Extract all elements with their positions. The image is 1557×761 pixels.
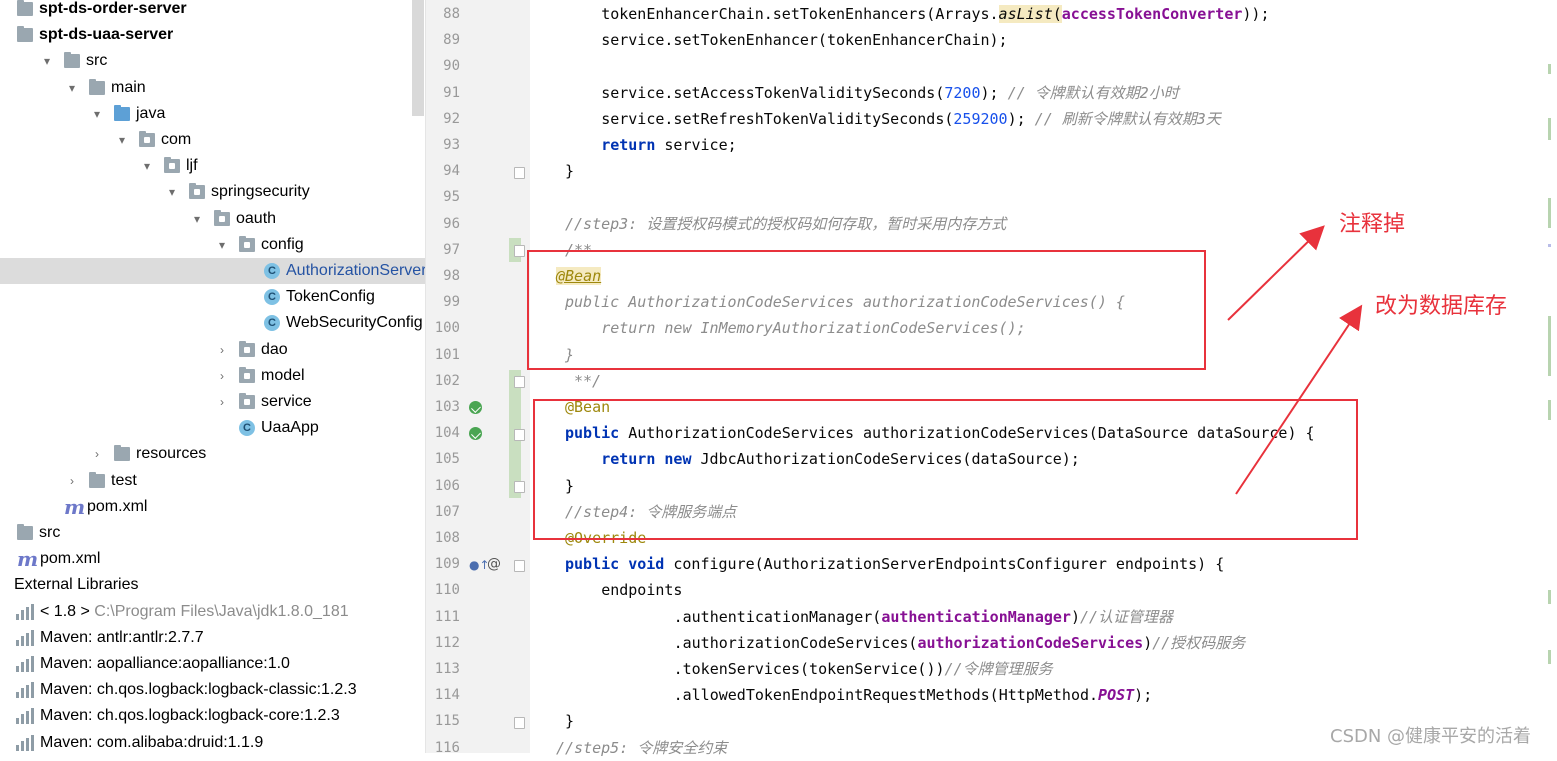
arrow-to-comment-note: [1227, 225, 1325, 321]
annotation-arrows: [1227, 225, 1363, 495]
note-comment-out: 注释掉: [1339, 212, 1406, 237]
watermark: CSDN @健康平安的活着: [1330, 726, 1532, 747]
note-change-to-db: 改为数据库存: [1375, 294, 1508, 319]
arrow-to-db-note: [1235, 304, 1363, 495]
